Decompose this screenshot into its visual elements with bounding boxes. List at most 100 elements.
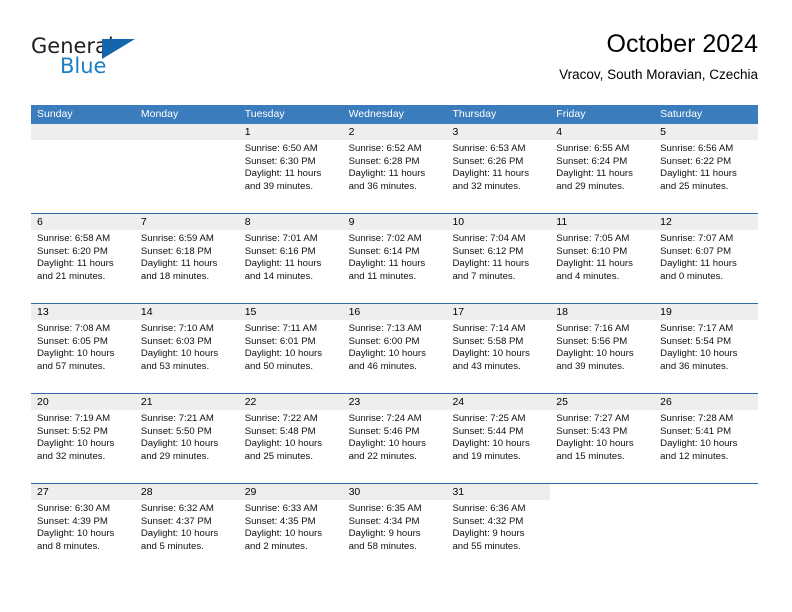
- day-sun-info: Sunrise: 6:55 AM Sunset: 6:24 PM Daylight:…: [550, 140, 654, 193]
- daylight-text-line1: Daylight: 10 hours: [37, 528, 115, 540]
- daylight-text-line1: Daylight: 10 hours: [244, 528, 323, 540]
- daylight-text-line2: and 8 minutes.: [37, 540, 100, 552]
- page-title: October 2024: [606, 30, 759, 58]
- daylight-text-line1: Daylight: 10 hours: [556, 438, 634, 450]
- day-sun-info: Sunrise: 7:28 AM Sunset: 5:41 PM Daylight:…: [654, 410, 758, 463]
- sunset-text: Sunset: 5:52 PM: [37, 425, 108, 437]
- daylight-text-line1: Daylight: 11 hours: [37, 258, 114, 270]
- daylight-text-line2: and 5 minutes.: [140, 540, 204, 552]
- sunrise-text: Sunrise: 7:25 AM: [452, 413, 526, 424]
- sunrise-text: Sunrise: 6:58 AM: [37, 233, 111, 244]
- sunset-text: Sunset: 6:18 PM: [140, 245, 212, 257]
- day-sun-info: Sunrise: 7:21 AM Sunset: 5:50 PM Daylight:…: [135, 410, 239, 463]
- calendar-cell-day-14[interactable]: 14 Sunrise: 7:10 AM Sunset: 6:03 PM Dayligh…: [134, 304, 239, 393]
- day-number: 24: [446, 394, 551, 410]
- day-sun-info: Sunrise: 7:13 AM Sunset: 6:00 PM Daylight:…: [343, 320, 447, 373]
- weekday-header-monday: Monday: [140, 108, 179, 120]
- calendar-cell-day-3[interactable]: 3 Sunrise: 6:53 AM Sunset: 6:26 PM Daylight…: [446, 124, 551, 213]
- day-number: 26: [654, 394, 759, 410]
- calendar-cell-day-27[interactable]: 27 Sunrise: 6:30 AM Sunset: 4:39 PM Dayligh…: [31, 484, 135, 573]
- calendar-cell-day-12[interactable]: 12 Sunrise: 7:07 AM Sunset: 6:07 PM Dayligh…: [654, 214, 759, 303]
- sunset-text: Sunset: 6:28 PM: [348, 155, 420, 167]
- calendar-cell-day-8[interactable]: 8 Sunrise: 7:01 AM Sunset: 6:16 PM Daylight…: [238, 214, 343, 303]
- calendar-cell-day-15[interactable]: 15 Sunrise: 7:11 AM Sunset: 6:01 PM Dayligh…: [238, 304, 343, 393]
- calendar-cell-day-29[interactable]: 29 Sunrise: 6:33 AM Sunset: 4:35 PM Dayligh…: [238, 484, 343, 573]
- sunrise-text: Sunrise: 7:22 AM: [244, 413, 318, 424]
- day-sun-info: Sunrise: 7:07 AM Sunset: 6:07 PM Daylight:…: [654, 230, 758, 283]
- day-number: 30: [342, 484, 447, 500]
- sunset-text: Sunset: 6:03 PM: [140, 335, 212, 347]
- calendar-cell-day-30[interactable]: 30 Sunrise: 6:35 AM Sunset: 4:34 PM Dayligh…: [342, 484, 447, 573]
- calendar-cell-day-16[interactable]: 16 Sunrise: 7:13 AM Sunset: 6:00 PM Dayligh…: [342, 304, 447, 393]
- calendar-cell-day-19[interactable]: 19 Sunrise: 7:17 AM Sunset: 5:54 PM Dayligh…: [654, 304, 759, 393]
- sunset-text: Sunset: 5:44 PM: [452, 425, 524, 437]
- general-blue-logo[interactable]: General Blue: [31, 34, 211, 86]
- calendar-cell-day-18[interactable]: 18 Sunrise: 7:16 AM Sunset: 5:56 PM Dayligh…: [550, 304, 655, 393]
- day-sun-info: Sunrise: 7:22 AM Sunset: 5:48 PM Daylight:…: [239, 410, 343, 463]
- day-sun-info: Sunrise: 6:32 AM Sunset: 4:37 PM Daylight:…: [135, 500, 239, 553]
- calendar-cell-empty: [134, 124, 239, 213]
- calendar-cell-day-9[interactable]: 9 Sunrise: 7:02 AM Sunset: 6:14 PM Daylight…: [342, 214, 447, 303]
- day-sun-info: Sunrise: 6:56 AM Sunset: 6:22 PM Daylight:…: [654, 140, 758, 193]
- weekday-header-sunday: Sunday: [37, 108, 73, 120]
- day-number: 23: [342, 394, 447, 410]
- calendar-cell-day-24[interactable]: 24 Sunrise: 7:25 AM Sunset: 5:44 PM Dayligh…: [446, 394, 551, 483]
- day-sun-info: Sunrise: 6:59 AM Sunset: 6:18 PM Daylight:…: [135, 230, 239, 283]
- day-number: 18: [550, 304, 655, 320]
- day-number: 6: [31, 214, 135, 230]
- day-number: [31, 124, 135, 140]
- sunset-text: Sunset: 5:48 PM: [244, 425, 316, 437]
- sunset-text: Sunset: 6:30 PM: [244, 155, 316, 167]
- calendar-cell-day-13[interactable]: 13 Sunrise: 7:08 AM Sunset: 6:05 PM Dayligh…: [31, 304, 135, 393]
- calendar-cell-day-1[interactable]: 1 Sunrise: 6:50 AM Sunset: 6:30 PM Daylight…: [238, 124, 343, 213]
- calendar-cell-day-2[interactable]: 2 Sunrise: 6:52 AM Sunset: 6:28 PM Daylight…: [342, 124, 447, 213]
- sunset-text: Sunset: 6:24 PM: [556, 155, 628, 167]
- calendar-cell-day-26[interactable]: 26 Sunrise: 7:28 AM Sunset: 5:41 PM Dayligh…: [654, 394, 759, 483]
- daylight-text-line1: Daylight: 10 hours: [244, 348, 323, 360]
- calendar-cell-day-31[interactable]: 31 Sunrise: 6:36 AM Sunset: 4:32 PM Dayligh…: [446, 484, 551, 573]
- calendar-cell-day-7[interactable]: 7 Sunrise: 6:59 AM Sunset: 6:18 PM Daylight…: [134, 214, 239, 303]
- week-row: 20 Sunrise: 7:19 AM Sunset: 5:52 PM Dayligh…: [31, 394, 759, 484]
- weekday-header-tuesday: Tuesday: [244, 108, 285, 120]
- daylight-text-line2: and 15 minutes.: [556, 450, 625, 462]
- calendar-cell-day-25[interactable]: 25 Sunrise: 7:27 AM Sunset: 5:43 PM Dayligh…: [550, 394, 655, 483]
- sunrise-text: Sunrise: 7:14 AM: [452, 323, 526, 334]
- sunrise-text: Sunrise: 6:35 AM: [348, 503, 422, 514]
- sunset-text: Sunset: 6:12 PM: [452, 245, 524, 257]
- calendar-cell-day-17[interactable]: 17 Sunrise: 7:14 AM Sunset: 5:58 PM Dayligh…: [446, 304, 551, 393]
- calendar-cell-day-21[interactable]: 21 Sunrise: 7:21 AM Sunset: 5:50 PM Dayligh…: [134, 394, 239, 483]
- calendar-cell-day-11[interactable]: 11 Sunrise: 7:05 AM Sunset: 6:10 PM Dayligh…: [550, 214, 655, 303]
- day-sun-info: Sunrise: 6:53 AM Sunset: 6:26 PM Daylight:…: [446, 140, 550, 193]
- daylight-text-line2: and 32 minutes.: [452, 180, 521, 192]
- day-number: 7: [134, 214, 239, 230]
- calendar-cell-day-22[interactable]: 22 Sunrise: 7:22 AM Sunset: 5:48 PM Dayligh…: [238, 394, 343, 483]
- calendar-cell-day-20[interactable]: 20 Sunrise: 7:19 AM Sunset: 5:52 PM Dayligh…: [31, 394, 135, 483]
- calendar-cell-empty: [550, 484, 655, 573]
- calendar-cell-day-28[interactable]: 28 Sunrise: 6:32 AM Sunset: 4:37 PM Dayligh…: [134, 484, 239, 573]
- day-number: [654, 484, 759, 500]
- day-sun-info: Sunrise: 7:19 AM Sunset: 5:52 PM Daylight:…: [31, 410, 135, 463]
- sunrise-text: Sunrise: 6:52 AM: [348, 143, 422, 154]
- calendar-cell-day-5[interactable]: 5 Sunrise: 6:56 AM Sunset: 6:22 PM Daylight…: [654, 124, 759, 213]
- calendar-cell-day-4[interactable]: 4 Sunrise: 6:55 AM Sunset: 6:24 PM Daylight…: [550, 124, 655, 213]
- daylight-text-line2: and 19 minutes.: [452, 450, 521, 462]
- weekday-header-wednesday: Wednesday: [348, 108, 404, 120]
- calendar-cell-empty: [31, 124, 135, 213]
- daylight-text-line1: Daylight: 11 hours: [660, 258, 737, 270]
- calendar-cell-day-10[interactable]: 10 Sunrise: 7:04 AM Sunset: 6:12 PM Dayligh…: [446, 214, 551, 303]
- sunrise-text: Sunrise: 7:08 AM: [37, 323, 111, 334]
- day-sun-info: Sunrise: 7:08 AM Sunset: 6:05 PM Daylight:…: [31, 320, 135, 373]
- day-number: 14: [134, 304, 239, 320]
- sunrise-text: Sunrise: 6:50 AM: [244, 143, 318, 154]
- sunset-text: Sunset: 6:05 PM: [37, 335, 108, 347]
- calendar-cell-day-6[interactable]: 6 Sunrise: 6:58 AM Sunset: 6:20 PM Daylight…: [31, 214, 135, 303]
- weekday-header-row: Sunday Monday Tuesday Wednesday Thursday…: [31, 105, 758, 124]
- daylight-text-line1: Daylight: 9 hours: [452, 528, 525, 540]
- daylight-text-line1: Daylight: 11 hours: [556, 168, 633, 180]
- sunrise-text: Sunrise: 7:24 AM: [348, 413, 422, 424]
- daylight-text-line2: and 7 minutes.: [452, 270, 516, 282]
- sunset-text: Sunset: 6:07 PM: [660, 245, 732, 257]
- daylight-text-line1: Daylight: 11 hours: [452, 258, 530, 270]
- calendar-cell-day-23[interactable]: 23 Sunrise: 7:24 AM Sunset: 5:46 PM Dayligh…: [342, 394, 447, 483]
- page-header: General Blue October 2024 Vracov, South …: [31, 28, 758, 98]
